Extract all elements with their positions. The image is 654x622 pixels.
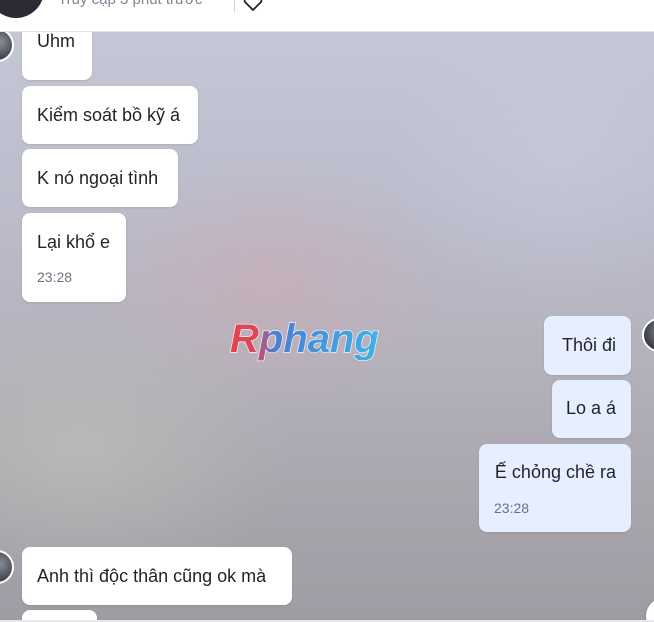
- message-time: 23:28: [37, 269, 73, 285]
- message-bubble[interactable]: Ế chỏng chề ra 23:28: [479, 444, 631, 532]
- sender-avatar[interactable]: [0, 550, 14, 584]
- chat-header: Truy cập 3 phút trước: [0, 0, 654, 32]
- header-divider: [234, 0, 235, 12]
- message-bubble[interactable]: Thôi đi: [544, 316, 631, 375]
- message-bubble[interactable]: Anh thì độc thân cũng ok mà: [22, 547, 292, 605]
- sender-avatar[interactable]: [0, 32, 14, 62]
- watermark-logo: Rphang: [229, 316, 379, 361]
- message-text: Uhm: [37, 32, 76, 51]
- message-bubble[interactable]: Kiểm soát bồ kỹ á: [22, 86, 198, 144]
- scroll-down-button[interactable]: [646, 598, 654, 620]
- heart-icon[interactable]: [242, 0, 264, 12]
- message-bubble[interactable]: K nó ngoại tình: [22, 149, 178, 207]
- contact-avatar[interactable]: [0, 0, 44, 18]
- message-time: 23:28: [494, 500, 530, 516]
- message-text: Lo a á: [565, 398, 616, 418]
- message-bubble[interactable]: Lại khổ e 23:28: [22, 213, 126, 302]
- last-seen-status: Truy cập 3 phút trước: [58, 0, 202, 8]
- message-text: Kiểm soát bồ kỹ á: [37, 105, 181, 125]
- message-text: K nó ngoại tình: [37, 168, 159, 188]
- watermark-text: Rphang: [230, 317, 379, 361]
- message-text: Thôi đi: [561, 335, 616, 355]
- search-icon[interactable]: [530, 0, 548, 6]
- message-bubble[interactable]: Uhm: [22, 32, 92, 80]
- message-bubble[interactable]: [22, 610, 97, 620]
- message-text: Lại khổ e: [37, 232, 111, 252]
- message-bubble[interactable]: Lo a á: [552, 380, 631, 438]
- self-avatar[interactable]: [642, 318, 654, 352]
- message-list[interactable]: Uhm Kiểm soát bồ kỹ á K nó ngoại tình Lạ…: [0, 32, 654, 620]
- more-icon[interactable]: [604, 0, 622, 6]
- message-text: Ế chỏng chề ra: [494, 462, 616, 482]
- message-text: Anh thì độc thân cũng ok mà: [37, 566, 267, 586]
